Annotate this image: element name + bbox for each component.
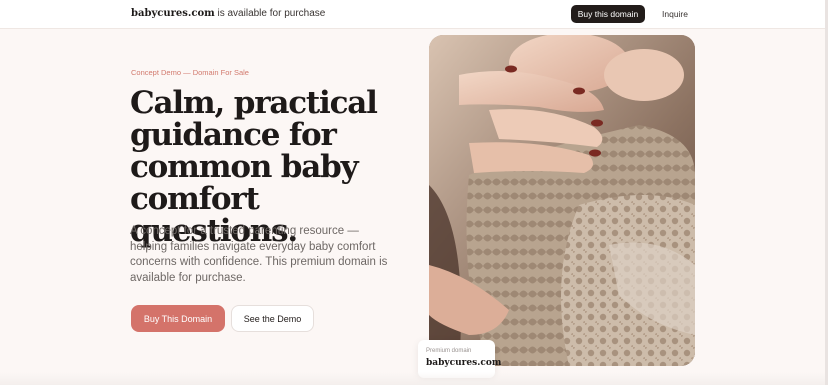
hero-headline: Calm, practical guidance for common baby… [130,85,378,249]
inquire-link[interactable]: Inquire [662,9,688,19]
hero-photo [429,35,695,366]
bottom-fade [0,372,828,385]
topbar-domain-name: babycures.com [131,8,215,19]
top-bar: babycures.com is available for purchase … [0,0,828,29]
badge-label: Premium domain [426,348,472,354]
eyebrow-label: Concept Demo — Domain For Sale [131,68,249,77]
availability-notice: babycures.com is available for purchase [131,8,325,19]
badge-domain-name: babycures.com [426,358,502,368]
baby-in-knit-blanket-illustration [429,35,695,366]
buy-domain-button[interactable]: Buy This Domain [131,305,225,332]
buy-this-domain-button[interactable]: Buy this domain [571,5,645,23]
hero-description: A concept for a trusted parenting resour… [130,225,388,284]
availability-text: is available for purchase [214,8,326,19]
see-demo-button[interactable]: See the Demo [231,305,314,332]
